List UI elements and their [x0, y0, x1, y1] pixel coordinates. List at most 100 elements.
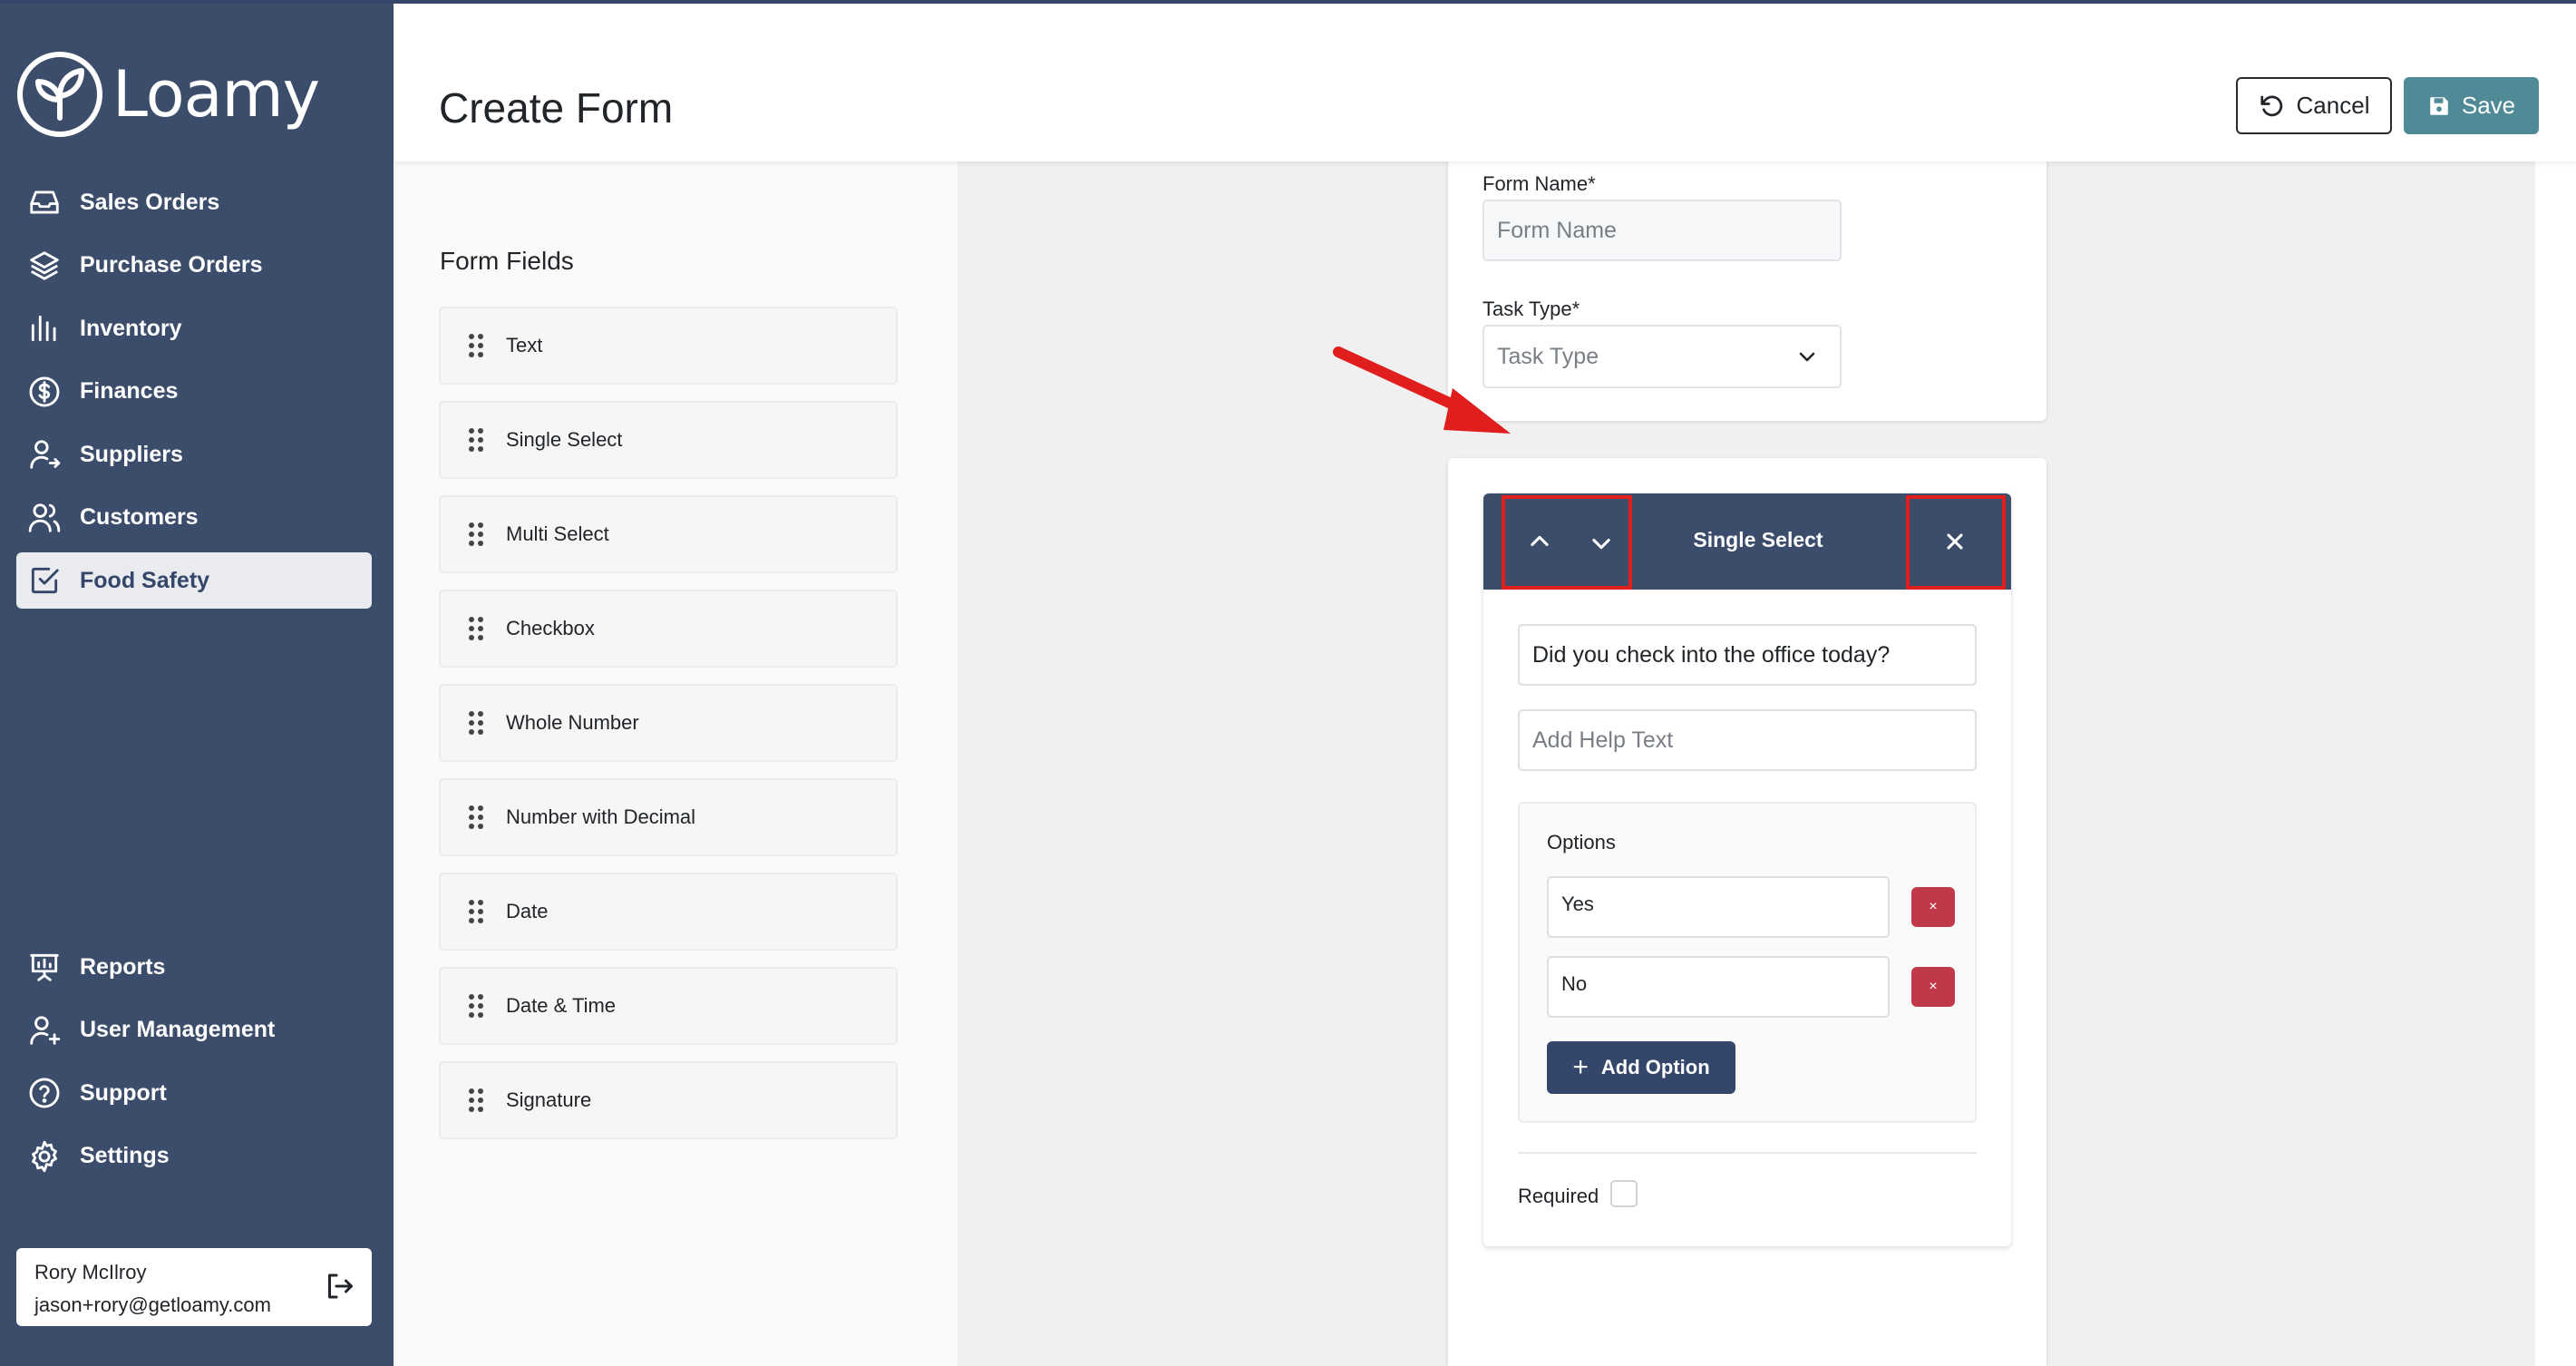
- form-field-label: Signature: [506, 1088, 592, 1111]
- form-field-label: Checkbox: [506, 617, 595, 639]
- options-section: Options Yes × No × + Add Option: [1518, 802, 1977, 1123]
- annotation-arrow: [1333, 346, 1511, 434]
- right-gutter: [2535, 161, 2576, 1366]
- form-field-item[interactable]: Number with Decimal: [439, 778, 898, 856]
- page-header: Create Form Cancel Save: [394, 4, 2576, 161]
- cancel-button-label: Cancel: [2296, 92, 2370, 119]
- required-checkbox[interactable]: [1610, 1180, 1638, 1207]
- delete-symbol: ×: [1929, 979, 1938, 994]
- add-option-button[interactable]: + Add Option: [1547, 1041, 1735, 1094]
- sidebar-item-support[interactable]: Support: [16, 1065, 372, 1121]
- form-fields-title: Form Fields: [440, 247, 574, 275]
- plus-icon: +: [1572, 1052, 1589, 1082]
- gear-icon: [32, 1140, 57, 1172]
- form-field-label: Single Select: [506, 428, 623, 451]
- logout-icon[interactable]: [323, 1270, 355, 1303]
- drag-handle-icon[interactable]: [468, 710, 484, 736]
- sidebar-item-label: Finances: [80, 378, 179, 404]
- sidebar-nav-secondary: Reports User Management Support Settings: [16, 939, 372, 1191]
- help-circle-icon: [29, 1078, 60, 1108]
- sidebar-item-label: Purchase Orders: [80, 252, 263, 278]
- presentation-icon: [30, 953, 59, 981]
- add-option-label: Add Option: [1600, 1056, 1710, 1078]
- sidebar-nav-main: Sales Orders Purchase Orders Inventory F…: [16, 174, 372, 616]
- help-text-input[interactable]: Add Help Text: [1518, 709, 1977, 771]
- divider: [1518, 1152, 1977, 1154]
- sidebar-item-settings[interactable]: Settings: [16, 1128, 372, 1185]
- help-text-placeholder: Add Help Text: [1532, 727, 1674, 753]
- save-button-label: Save: [2461, 92, 2516, 119]
- inbox-icon: [30, 190, 59, 214]
- sidebar: Loamy Sales Orders Purchase Orders Inven…: [0, 4, 394, 1366]
- sidebar-item-suppliers[interactable]: Suppliers: [16, 426, 372, 483]
- options-title: Options: [1547, 831, 1616, 854]
- leaf-logo-icon: [17, 52, 102, 137]
- form-field-label: Multi Select: [506, 522, 609, 545]
- drag-handle-icon[interactable]: [468, 1088, 484, 1113]
- user-plus-icon: [30, 1015, 61, 1045]
- form-name-label: Form Name*: [1482, 172, 1596, 195]
- cancel-button[interactable]: Cancel: [2236, 77, 2392, 134]
- form-field-item[interactable]: Multi Select: [439, 495, 898, 573]
- form-field-item[interactable]: Checkbox: [439, 590, 898, 668]
- bar-chart-icon: [31, 315, 56, 342]
- drag-handle-icon[interactable]: [468, 427, 484, 453]
- sidebar-item-label: Suppliers: [80, 441, 183, 467]
- sidebar-item-purchase-orders[interactable]: Purchase Orders: [16, 238, 372, 294]
- question-value: Did you check into the office today?: [1532, 641, 1891, 668]
- form-field-item[interactable]: Whole Number: [439, 684, 898, 762]
- option-value: Yes: [1561, 893, 1594, 915]
- option-input-yes[interactable]: Yes: [1547, 876, 1890, 938]
- form-field-label: Whole Number: [506, 711, 639, 734]
- sidebar-item-sales-orders[interactable]: Sales Orders: [16, 174, 372, 230]
- save-button[interactable]: Save: [2404, 77, 2539, 134]
- sidebar-item-inventory[interactable]: Inventory: [16, 300, 372, 356]
- sidebar-item-label: Customers: [80, 504, 199, 530]
- drag-handle-icon[interactable]: [468, 522, 484, 547]
- sidebar-item-label: User Management: [80, 1017, 276, 1042]
- sidebar-item-label: Settings: [80, 1143, 170, 1168]
- form-field-item[interactable]: Text: [439, 307, 898, 385]
- form-field-item[interactable]: Date: [439, 873, 898, 951]
- sidebar-item-food-safety[interactable]: Food Safety: [16, 552, 372, 609]
- form-field-item[interactable]: Signature: [439, 1061, 898, 1139]
- field-card-header: Single Select: [1483, 493, 2011, 590]
- sidebar-item-user-management[interactable]: User Management: [16, 1002, 372, 1059]
- task-type-label: Task Type*: [1482, 298, 1580, 320]
- delete-symbol: ×: [1929, 899, 1938, 914]
- checkbox-icon: [31, 567, 59, 594]
- question-input[interactable]: Did you check into the office today?: [1518, 624, 1977, 686]
- delete-highlight-box: [1906, 495, 2006, 590]
- user-email: jason+rory@getloamy.com: [34, 1293, 271, 1316]
- chevron-down-icon: [1799, 352, 1815, 362]
- form-field-item[interactable]: Single Select: [439, 401, 898, 479]
- logo[interactable]: Loamy: [16, 49, 320, 140]
- drag-handle-icon[interactable]: [468, 993, 484, 1019]
- form-name-input[interactable]: Form Name: [1482, 200, 1842, 261]
- drag-handle-icon[interactable]: [468, 805, 484, 830]
- drag-handle-icon[interactable]: [468, 616, 484, 641]
- dollar-circle-icon: [29, 376, 60, 406]
- sidebar-item-finances[interactable]: Finances: [16, 364, 372, 420]
- sidebar-item-label: Inventory: [80, 315, 182, 341]
- delete-option-button[interactable]: ×: [1911, 887, 1955, 927]
- drag-handle-icon[interactable]: [468, 899, 484, 924]
- delete-option-button[interactable]: ×: [1911, 967, 1955, 1007]
- option-input-no[interactable]: No: [1547, 956, 1890, 1018]
- form-field-label: Text: [506, 334, 543, 356]
- form-field-item[interactable]: Date & Time: [439, 967, 898, 1045]
- layers-icon: [30, 250, 59, 280]
- sidebar-item-label: Food Safety: [80, 567, 210, 593]
- users-icon: [28, 502, 61, 532]
- user-name: Rory McIlroy: [34, 1261, 147, 1283]
- option-value: No: [1561, 972, 1588, 995]
- sidebar-item-reports[interactable]: Reports: [16, 939, 372, 995]
- sidebar-item-label: Sales Orders: [80, 189, 220, 215]
- sidebar-item-label: Reports: [80, 953, 166, 980]
- single-select-field-card: Single Select Did you check into the off…: [1483, 493, 2011, 1246]
- sidebar-item-label: Support: [80, 1079, 167, 1106]
- drag-handle-icon[interactable]: [468, 333, 484, 358]
- page-title: Create Form: [439, 84, 674, 132]
- form-name-placeholder: Form Name: [1497, 217, 1617, 243]
- sidebar-item-customers[interactable]: Customers: [16, 490, 372, 546]
